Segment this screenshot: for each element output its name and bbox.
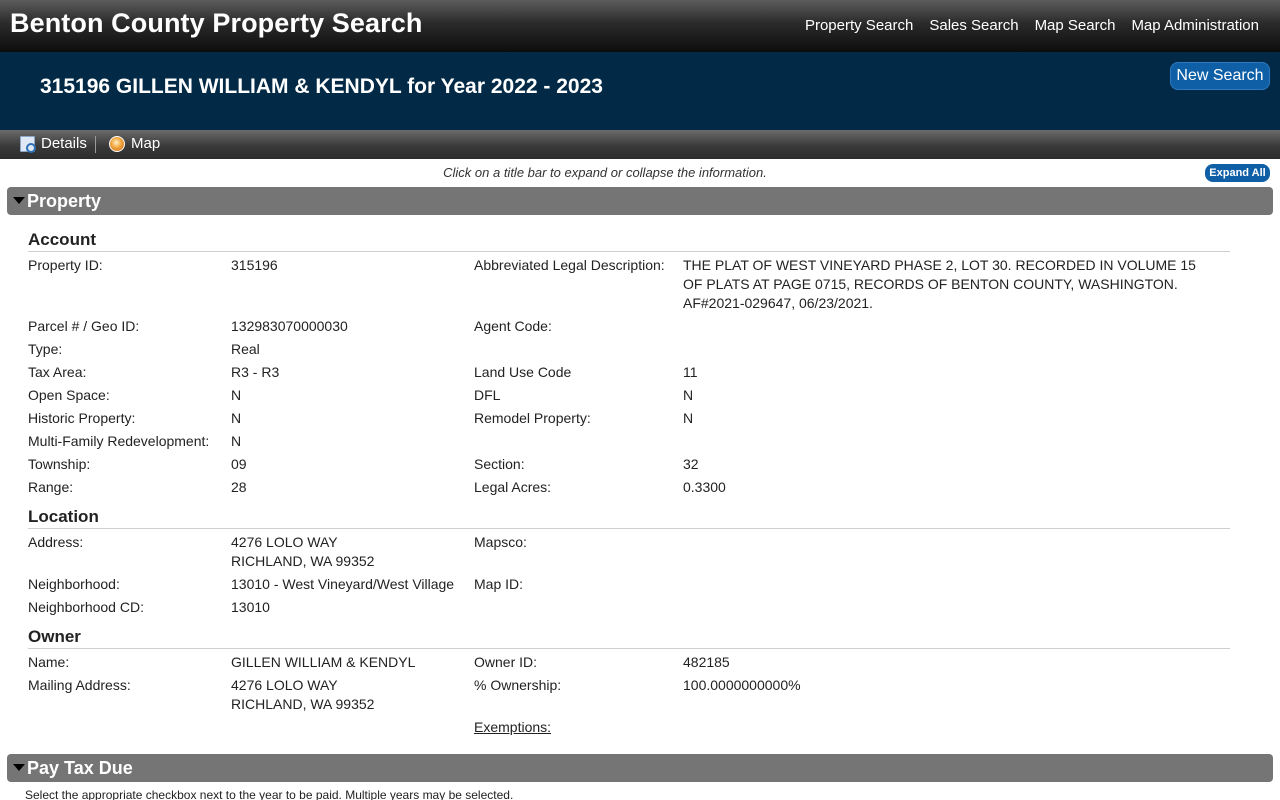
nav-map-administration[interactable]: Map Administration (1131, 17, 1259, 34)
address-line-2: RICHLAND, WA 99352 (231, 553, 375, 569)
mapsco-label: Mapsco: (474, 534, 527, 550)
legal-acres-value: 0.3300 (683, 479, 726, 495)
expand-all-button[interactable]: Expand All (1205, 164, 1270, 182)
range-label: Range: (28, 479, 74, 495)
ownership-percent-label: % Ownership: (474, 677, 562, 693)
remodel-property-label: Remodel Property: (474, 410, 591, 426)
account-heading: Account (28, 230, 1230, 252)
property-section-header[interactable]: Property (7, 187, 1273, 215)
collapse-triangle-icon (13, 197, 25, 204)
location-heading: Location (28, 507, 1230, 529)
neighborhood-value: 13010 - West Vineyard/West Village (231, 576, 455, 592)
tax-area-value: R3 - R3 (231, 364, 280, 380)
nav-sales-search[interactable]: Sales Search (929, 17, 1018, 34)
remodel-property-value: N (683, 410, 694, 426)
multi-family-value: N (231, 433, 242, 449)
neighborhood-cd-value: 13010 (231, 599, 270, 615)
site-title[interactable]: Benton County Property Search (10, 8, 422, 39)
parcel-geo-id-value: 132983070000030 (231, 318, 348, 334)
expand-hint: Click on a title bar to expand or collap… (443, 165, 767, 180)
property-id-value: 315196 (231, 257, 278, 273)
details-icon (20, 135, 36, 153)
top-bar: Benton County Property Search Property S… (0, 0, 1280, 52)
subnav-divider (95, 136, 96, 153)
address-label: Address: (28, 534, 84, 550)
neighborhood-cd-label: Neighborhood CD: (28, 599, 144, 615)
detail-subnav: Details Map (0, 130, 1280, 159)
exemptions-link[interactable]: Exemptions: (474, 718, 551, 737)
map-tab-label: Map (131, 135, 161, 152)
details-tab-label: Details (41, 135, 87, 152)
neighborhood-label: Neighborhood: (28, 576, 120, 592)
multi-family-label: Multi-Family Redevelopment: (28, 433, 210, 449)
pay-tax-due-section-header[interactable]: Pay Tax Due (7, 754, 1273, 782)
section-label: Section: (474, 456, 525, 472)
mailing-address-line-1: 4276 LOLO WAY (231, 677, 338, 693)
mailing-address-label: Mailing Address: (28, 677, 131, 693)
new-search-button[interactable]: New Search (1170, 62, 1270, 90)
type-label: Type: (28, 341, 63, 357)
property-id-label: Property ID: (28, 257, 103, 273)
land-use-code-value: 11 (683, 364, 698, 380)
parcel-geo-id-label: Parcel # / Geo ID: (28, 318, 140, 334)
owner-name-value: GILLEN WILLIAM & KENDYL (231, 654, 416, 670)
legal-acres-label: Legal Acres: (474, 479, 552, 495)
map-icon (109, 135, 125, 152)
mailing-address-line-2: RICHLAND, WA 99352 (231, 696, 375, 712)
details-tab[interactable]: Details (20, 135, 87, 153)
pay-tax-instructions: Select the appropriate checkbox next to … (25, 788, 514, 800)
type-value: Real (231, 341, 260, 357)
address-line-1: 4276 LOLO WAY (231, 534, 338, 550)
historic-property-label: Historic Property: (28, 410, 136, 426)
pay-tax-due-section-title: Pay Tax Due (27, 758, 133, 778)
agent-code-label: Agent Code: (474, 318, 552, 334)
collapse-triangle-icon (13, 764, 25, 771)
township-label: Township: (28, 456, 91, 472)
map-id-label: Map ID: (474, 576, 524, 592)
page-title: 315196 GILLEN WILLIAM & KENDYL for Year … (40, 75, 603, 98)
nav-map-search[interactable]: Map Search (1035, 17, 1116, 34)
historic-property-value: N (231, 410, 242, 426)
dfl-label: DFL (474, 387, 501, 403)
owner-id-value: 482185 (683, 654, 730, 670)
open-space-label: Open Space: (28, 387, 110, 403)
legal-description-label: Abbreviated Legal Description: (474, 257, 665, 273)
page-header: 315196 GILLEN WILLIAM & KENDYL for Year … (0, 52, 1280, 130)
top-nav: Property Search Sales Search Map Search … (805, 17, 1259, 34)
owner-id-label: Owner ID: (474, 654, 538, 670)
range-value: 28 (231, 479, 247, 495)
land-use-code-label: Land Use Code (474, 364, 572, 380)
legal-description-value: THE PLAT OF WEST VINEYARD PHASE 2, LOT 3… (683, 257, 1196, 311)
owner-name-label: Name: (28, 654, 70, 670)
ownership-percent-value: 100.0000000000% (683, 677, 801, 693)
property-section-title: Property (27, 191, 102, 211)
owner-heading: Owner (28, 627, 1230, 649)
section-value: 32 (683, 456, 699, 472)
nav-property-search[interactable]: Property Search (805, 17, 913, 34)
open-space-value: N (231, 387, 242, 403)
dfl-value: N (683, 387, 694, 403)
map-tab[interactable]: Map (109, 135, 160, 152)
township-value: 09 (231, 456, 247, 472)
tax-area-label: Tax Area: (28, 364, 87, 380)
